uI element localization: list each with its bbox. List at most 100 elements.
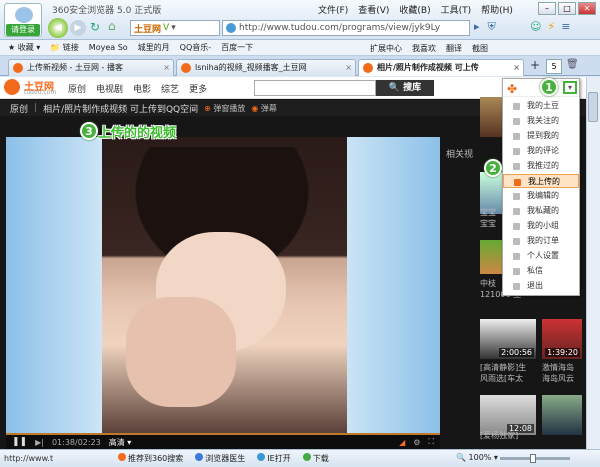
dropdown-item[interactable]: 我关注的: [503, 114, 579, 128]
nav-tv[interactable]: 电视剧: [96, 82, 123, 95]
video-title-text[interactable]: 风雨选[车太: [480, 373, 523, 384]
tab-lsniha[interactable]: lsniha的视频_视频播客_土豆网 ×: [176, 59, 356, 76]
video-title-text[interactable]: 宝宝: [480, 207, 496, 218]
maximize-button[interactable]: □: [558, 2, 576, 15]
video-title-text[interactable]: 激情海岛: [542, 362, 574, 373]
tab-close-icon[interactable]: ×: [345, 60, 352, 75]
bookmark-baidu[interactable]: 百度一下: [221, 42, 253, 53]
settings-icon[interactable]: ⚙: [413, 438, 420, 447]
menu-file[interactable]: 文件(F): [318, 3, 348, 16]
dropdown-item[interactable]: 我的评论: [503, 144, 579, 158]
dropdown-item[interactable]: 我推过的: [503, 159, 579, 173]
download-button[interactable]: 下载: [302, 453, 329, 464]
dropdown-item-label: 我的土豆: [527, 101, 559, 110]
tab-close-icon[interactable]: ×: [163, 60, 170, 75]
menu-help[interactable]: 帮助(H): [481, 3, 513, 16]
nav-variety[interactable]: 综艺: [161, 82, 179, 95]
ghost-icon[interactable]: ☺: [530, 20, 541, 33]
screenshot-button[interactable]: 截图: [472, 43, 488, 54]
tab-upload[interactable]: 上传新视频 - 土豆网 - 播客 ×: [8, 59, 174, 76]
translate-button[interactable]: 翻译: [446, 43, 462, 54]
bookmark-moyea[interactable]: Moyea So: [89, 43, 128, 52]
tudou-favicon-icon: [181, 63, 191, 73]
video-title-text[interactable]: [爱杨独家]: [480, 430, 518, 441]
pause-icon[interactable]: ❚❚: [12, 437, 27, 447]
tab-count[interactable]: 5: [546, 59, 562, 74]
nav-more[interactable]: 更多: [189, 82, 207, 95]
video-thumb[interactable]: 2:00:56: [480, 319, 536, 359]
bookmark-favorites[interactable]: ★ 收藏 ▾: [8, 42, 40, 53]
site-search-input[interactable]: [254, 80, 376, 96]
dropdown-item[interactable]: 提到我的: [503, 129, 579, 143]
dropdown-item[interactable]: 私信: [503, 264, 579, 278]
video-thumb[interactable]: [542, 395, 582, 435]
tudou-logo-icon[interactable]: [4, 79, 20, 95]
danmu-button[interactable]: ◉ 弹幕: [251, 103, 277, 114]
breadcrumb-original[interactable]: 原创: [10, 102, 28, 115]
dropdown-item[interactable]: 我的土豆: [503, 99, 579, 113]
minimize-button[interactable]: –: [538, 2, 556, 15]
video-title-text[interactable]: 宝宝: [480, 218, 496, 229]
tab-active-video[interactable]: 相片/照片制作成视频 可上传 ×: [358, 59, 524, 76]
menu-icon[interactable]: ≡: [561, 20, 570, 33]
lightning-icon[interactable]: ⚡: [547, 20, 555, 33]
video-title-text[interactable]: 中枝: [480, 278, 496, 289]
tudou-flower-icon: ✤: [507, 82, 518, 96]
chevron-down-icon[interactable]: ▾: [563, 81, 577, 94]
dropdown-item[interactable]: 个人设置: [503, 249, 579, 263]
bookmark-links[interactable]: 📁 链接: [50, 42, 79, 53]
login-button[interactable]: 请登录: [6, 24, 40, 36]
address-bar[interactable]: http://www.tudou.com/programs/view/jyk9L…: [222, 20, 470, 36]
search-engine-selector[interactable]: 土豆网 V ▾: [130, 20, 220, 36]
bookmark-moon[interactable]: 城里的月: [138, 42, 170, 53]
menu-item-icon: [513, 193, 520, 200]
nav-original[interactable]: 原创: [68, 82, 86, 95]
popup-play-button[interactable]: ⊕ 弹窗播放: [204, 103, 245, 114]
ie-open-button[interactable]: IE打开: [257, 453, 291, 464]
menu-item-icon: [513, 223, 520, 230]
menu-tools[interactable]: 工具(T): [441, 3, 472, 16]
dropdown-item[interactable]: 我的订单: [503, 234, 579, 248]
zoom-level[interactable]: 🔍 100% ▾: [456, 453, 498, 462]
user-dropdown-menu: ✤ ▾ 我的土豆我关注的 提到我的 我的评论 我推过的 我上传的 我编辑的 我私藏的 我的小组…: [502, 78, 580, 296]
forward-button[interactable]: ▶: [70, 20, 86, 36]
dropdown-item[interactable]: 我的小组: [503, 219, 579, 233]
refresh-icon[interactable]: ↻: [90, 20, 100, 34]
recommend-360-button[interactable]: 推荐到360搜索: [118, 453, 183, 464]
home-icon[interactable]: ⌂: [108, 19, 116, 33]
security-shield-icon[interactable]: ⛨: [488, 20, 496, 34]
fullscreen-icon[interactable]: ⛶: [428, 437, 434, 447]
dropdown-item[interactable]: 我上传的: [503, 174, 579, 188]
browser-doctor-button[interactable]: 浏览器医生: [195, 453, 245, 464]
volume-icon[interactable]: ◢: [399, 438, 405, 447]
scrollbar-thumb[interactable]: [588, 92, 598, 122]
next-icon[interactable]: ▶|: [35, 438, 44, 447]
address-text: http://www.tudou.com/programs/view/jyk9L…: [239, 23, 441, 33]
dropdown-item[interactable]: 退出: [503, 279, 579, 293]
bookmark-qqmusic[interactable]: QQ音乐-: [180, 42, 211, 53]
site-header: 土豆网 tudou.com 原创 电视剧 电影 综艺 更多 🔍 搜库: [0, 77, 586, 99]
video-thumb[interactable]: 12:08: [480, 395, 536, 435]
site-search-button[interactable]: 🔍 搜库: [376, 80, 434, 96]
menu-favorites[interactable]: 收藏(B): [399, 3, 430, 16]
trash-icon[interactable]: 🗑: [566, 59, 579, 70]
close-button[interactable]: ✕: [578, 2, 596, 15]
quality-selector[interactable]: 高清 ▾: [109, 437, 132, 448]
nav-movie[interactable]: 电影: [133, 82, 151, 95]
menu-view[interactable]: 查看(V): [358, 3, 389, 16]
video-title-text[interactable]: 海岛风云: [542, 373, 574, 384]
tab-close-icon[interactable]: ×: [513, 60, 520, 75]
video-player[interactable]: [6, 137, 440, 433]
dropdown-item[interactable]: 我私藏的: [503, 204, 579, 218]
dropdown-item[interactable]: 我编辑的: [503, 189, 579, 203]
go-icon[interactable]: ▸: [474, 20, 480, 34]
player-controlbar: ❚❚ ▶| 01:38/02:23 高清 ▾ ◢ ⚙ ⛶: [6, 433, 440, 449]
page-scrollbar[interactable]: [586, 77, 600, 449]
extension-center[interactable]: 扩展中心: [370, 43, 402, 54]
zoom-slider-knob[interactable]: [530, 454, 536, 463]
video-title-text[interactable]: [高清静影]生: [480, 362, 526, 373]
back-button[interactable]: ◀: [48, 18, 68, 38]
like-button[interactable]: 我喜欢: [412, 43, 436, 54]
video-thumb[interactable]: 1:39:20: [542, 319, 582, 359]
new-tab-button[interactable]: +: [527, 59, 543, 74]
